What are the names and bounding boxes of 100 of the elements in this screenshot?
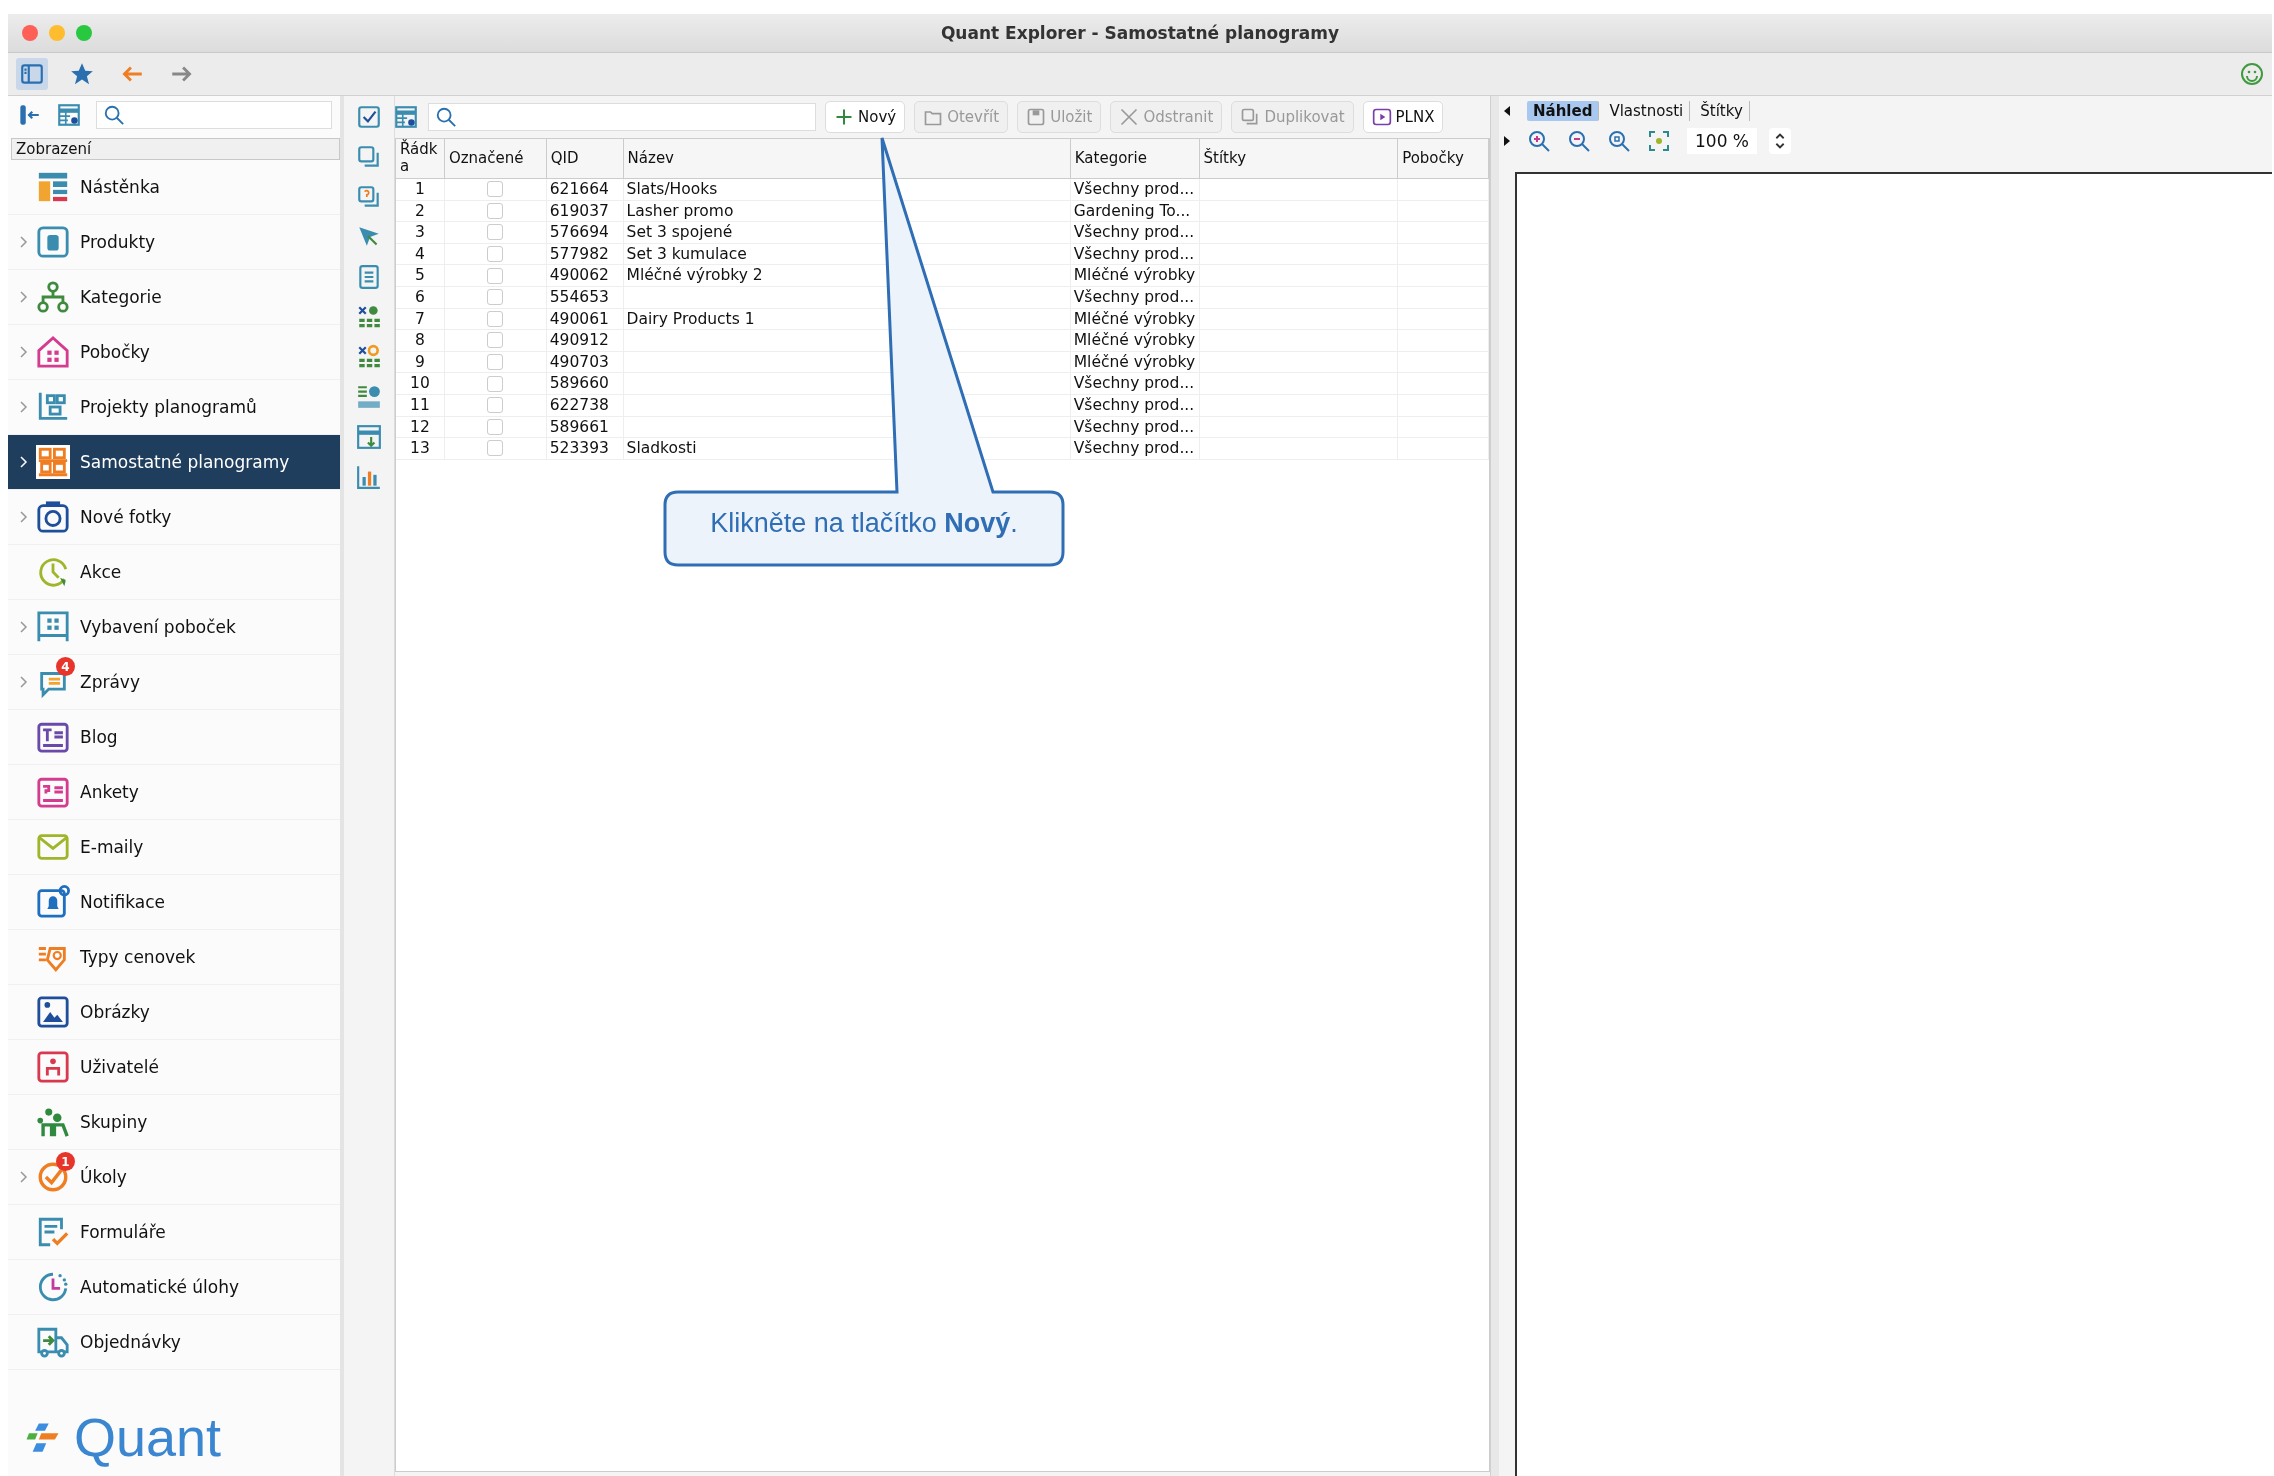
sidebar-item[interactable]: E-maily — [8, 820, 340, 875]
column-header[interactable]: Štítky — [1199, 139, 1399, 178]
tab[interactable]: Štítky — [1694, 101, 1750, 121]
stepper-icon[interactable] — [1769, 128, 1791, 154]
table-icon[interactable] — [356, 424, 382, 450]
table-settings-icon[interactable] — [56, 102, 82, 128]
jar-icon — [36, 225, 70, 259]
row-number: 2 — [396, 200, 445, 222]
sidebar-item[interactable]: Objednávky — [8, 1315, 340, 1370]
row-number: 7 — [396, 308, 445, 330]
sidebar-item[interactable]: 4 Zprávy — [8, 655, 340, 710]
copy-icon[interactable] — [356, 144, 382, 170]
smiley-icon[interactable] — [2240, 62, 2264, 86]
sidebar-item[interactable]: Obrázky — [8, 985, 340, 1040]
window-title: Quant Explorer - Samostatné planogramy — [940, 23, 1340, 43]
sidebar-item[interactable]: Typy cenovek — [8, 930, 340, 985]
column-header[interactable]: Označené — [444, 139, 547, 178]
checkbox[interactable] — [487, 267, 504, 284]
truck-icon — [36, 1325, 70, 1359]
sidebar-item[interactable]: Automatické úlohy — [8, 1260, 340, 1315]
sidebar-item[interactable]: Blog — [8, 710, 340, 765]
zoom-button[interactable] — [76, 25, 92, 41]
question-icon[interactable] — [356, 184, 382, 210]
document-icon[interactable] — [356, 264, 382, 290]
sidebar-item[interactable]: Formuláře — [8, 1205, 340, 1260]
search-field[interactable] — [428, 103, 816, 131]
logo-text: Quant — [74, 1406, 222, 1468]
checklist-icon[interactable] — [356, 104, 382, 130]
callout-text: Klikněte na tlačítko Nový. — [709, 508, 1019, 539]
play-icon — [1371, 107, 1392, 127]
chevron-icon[interactable] — [18, 454, 28, 470]
table-cell: 523393 — [546, 438, 624, 459]
checkbox[interactable] — [487, 202, 504, 219]
zoom-out-icon[interactable] — [1567, 129, 1591, 153]
tab[interactable]: Náhled — [1527, 101, 1600, 121]
checkbox[interactable] — [487, 440, 504, 457]
fit-to-screen-icon[interactable] — [1647, 129, 1671, 153]
table-cell: Všechny prod... — [1070, 222, 1200, 243]
zoom-field[interactable]: 100 % — [1687, 128, 1757, 154]
camera-icon — [36, 500, 70, 534]
table-cell: 621664 — [546, 179, 624, 200]
sidebar-item[interactable]: Produkty — [8, 215, 340, 270]
table-cell: Lasher promo — [626, 201, 734, 220]
minimize-button[interactable] — [49, 25, 65, 41]
table-cell: Všechny prod... — [1070, 394, 1200, 416]
sidebar-item[interactable]: Skupiny — [8, 1095, 340, 1150]
export-icon[interactable] — [356, 384, 382, 410]
sidebar-item[interactable]: 1 Úkoly — [8, 1150, 340, 1205]
sidebar-item[interactable]: Notifikace — [8, 875, 340, 930]
checkbox[interactable] — [487, 354, 504, 371]
sidebar-toggle-icon[interactable] — [16, 58, 48, 90]
house-icon — [36, 335, 70, 369]
checkbox[interactable] — [487, 310, 504, 327]
search-field[interactable] — [96, 101, 332, 129]
row-number: 1 — [396, 179, 445, 200]
dashboard-icon — [36, 170, 70, 204]
column-header[interactable]: Kategorie — [1070, 139, 1200, 178]
column-header[interactable]: QID — [546, 139, 624, 178]
sidebar-item[interactable]: Akce — [8, 545, 340, 600]
row-number: 13 — [396, 438, 445, 459]
table-cell: Mléčné výrobky — [1070, 330, 1200, 351]
sidebar-item[interactable]: Kategorie — [8, 270, 340, 325]
checkbox[interactable] — [487, 375, 504, 392]
collapse-left-icon[interactable] — [1503, 105, 1511, 117]
spreadsheet-icon[interactable] — [356, 344, 382, 370]
toolbar-button[interactable]: Nový — [825, 101, 906, 133]
column-header[interactable]: Pobočky — [1398, 139, 1489, 178]
splitter-handle[interactable] — [1490, 96, 1499, 1476]
sidebar-item[interactable]: Vybavení poboček — [8, 600, 340, 655]
checkbox[interactable] — [487, 332, 504, 349]
row-number: 10 — [396, 373, 445, 394]
spreadsheet-icon[interactable] — [356, 304, 382, 330]
checkbox[interactable] — [487, 181, 504, 198]
column-header[interactable]: Řádka — [396, 139, 445, 178]
expand-right-icon[interactable] — [1503, 135, 1511, 147]
sidebar-item[interactable]: Nové fotky — [8, 490, 340, 545]
toolbar-button[interactable]: PLNX — [1362, 101, 1444, 133]
zoom-in-icon[interactable] — [1527, 129, 1551, 153]
sidebar-item[interactable]: Pobočky — [8, 325, 340, 380]
bell-icon — [36, 885, 70, 919]
table-settings-icon[interactable] — [393, 104, 419, 130]
checkbox[interactable] — [487, 418, 504, 435]
table-cell: Mléčné výrobky 2 — [626, 266, 763, 285]
section-header: Zobrazení — [11, 138, 340, 160]
bar-chart-icon[interactable] — [356, 464, 382, 490]
checkbox[interactable] — [487, 397, 504, 414]
checkbox[interactable] — [487, 224, 504, 241]
zoom-reset-icon[interactable] — [1607, 129, 1631, 153]
sidebar-item[interactable]: Ankety — [8, 765, 340, 820]
checkbox[interactable] — [487, 246, 504, 263]
sidebar-item[interactable]: Nástěnka — [8, 160, 340, 215]
close-button[interactable] — [22, 25, 38, 41]
tab[interactable]: Vlastnosti — [1603, 101, 1691, 121]
sidebar-item[interactable]: Uživatelé — [8, 1040, 340, 1095]
table-cell: 622738 — [546, 394, 624, 416]
checkbox[interactable] — [487, 289, 504, 306]
table-cell: Všechny prod... — [1070, 243, 1200, 265]
grid-icon — [36, 610, 70, 644]
table-cell: Mléčné výrobky — [1070, 308, 1200, 330]
sidebar-item[interactable]: Samostatné planogramy — [8, 435, 340, 490]
